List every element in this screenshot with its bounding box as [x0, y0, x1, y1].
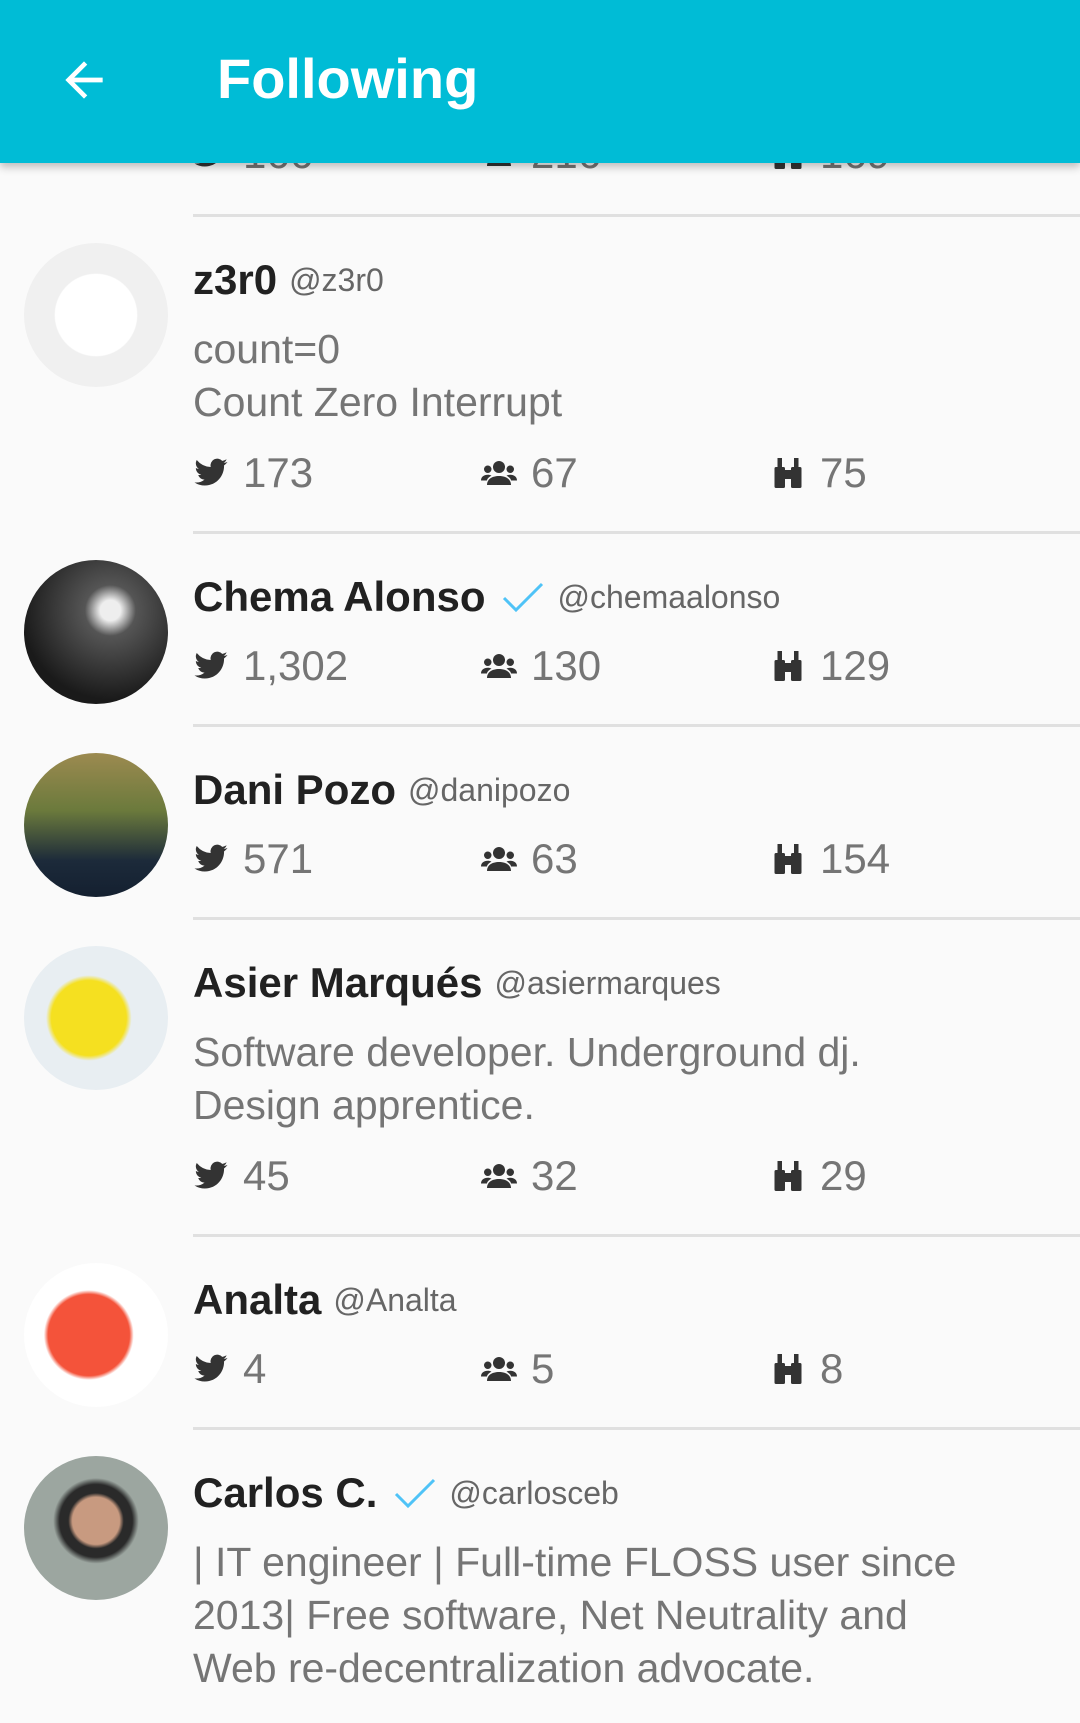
user-name: Chema Alonso: [193, 573, 486, 620]
avatar[interactable]: [24, 560, 168, 704]
user-name: Analta: [193, 1276, 322, 1323]
followers-icon: [481, 1158, 517, 1194]
bio-line: Count Zero Interrupt: [193, 379, 563, 425]
bio-line: count=0: [193, 326, 341, 372]
user-stats: 571 63 154: [193, 829, 1080, 889]
back-button[interactable]: [56, 52, 112, 108]
list-item[interactable]: Chema Alonso @chemaalonso 1,302 130 129: [0, 534, 1080, 724]
user-stats: 1,302 130 129: [193, 636, 1080, 696]
list-item[interactable]: z3r0 @z3r0 count=0 Count Zero Interrupt 173…: [0, 217, 1080, 531]
followers-count: 67: [531, 449, 578, 496]
bio-line: 2013| Free software, Net Neutrality and: [193, 1592, 908, 1638]
avatar[interactable]: [24, 946, 168, 1090]
user-handle: @carlosceb: [449, 1475, 619, 1511]
followers-count: 63: [531, 835, 578, 882]
user-name: z3r0: [193, 256, 278, 303]
following-count: 75: [820, 449, 867, 496]
list-item[interactable]: Analta @Analta 4 5 8: [0, 1237, 1080, 1427]
following-icon: [770, 1158, 806, 1194]
list-item[interactable]: Carlos C. @carlosceb | IT engineer | Full-…: [0, 1430, 1080, 1723]
following-count: 29: [820, 1152, 867, 1199]
following-icon: [770, 841, 806, 877]
user-name: Asier Marqués: [193, 959, 483, 1006]
followers-count: 130: [531, 642, 602, 689]
tweets-icon: [193, 1158, 229, 1194]
page-title: Following: [217, 47, 479, 110]
tweets-icon: [193, 455, 229, 491]
followers-count: 5: [531, 1345, 555, 1392]
user-bio: count=0 Count Zero Interrupt: [193, 323, 1080, 429]
user-stats: 173 67 75: [193, 443, 1080, 503]
tweets-count: 571: [243, 835, 314, 882]
tweets-count: 45: [243, 1152, 290, 1199]
user-handle: @z3r0: [289, 262, 384, 298]
bio-line: Design apprentice.: [193, 1082, 535, 1128]
following-count: 154: [820, 835, 891, 882]
user-handle: @Analta: [333, 1282, 457, 1318]
bio-line: Software developer. Underground dj.: [193, 1029, 861, 1075]
tweets-icon: [193, 841, 229, 877]
followers-icon: [481, 1351, 517, 1387]
followers-icon: [481, 841, 517, 877]
bio-line: | IT engineer | Full-time FLOSS user sin…: [193, 1539, 957, 1585]
user-handle: @danipozo: [408, 772, 571, 808]
followers-count: 32: [531, 1152, 578, 1199]
avatar[interactable]: [24, 753, 168, 897]
following-icon: [770, 455, 806, 491]
user-bio: Software developer. Underground dj. Desig…: [193, 1026, 1080, 1132]
user-stats: 4 5 8: [193, 1339, 1080, 1399]
list-item[interactable]: Asier Marqués @asiermarques Software devel…: [0, 920, 1080, 1234]
avatar[interactable]: [24, 243, 168, 387]
avatar[interactable]: [24, 1263, 168, 1407]
following-count: 129: [820, 642, 891, 689]
user-handle: @chemaalonso: [557, 579, 781, 615]
tweets-icon: [193, 1351, 229, 1387]
user-stats: 45 32 29: [193, 1146, 1080, 1206]
following-icon: [770, 648, 806, 684]
list-item[interactable]: Dani Pozo @danipozo 571 63 154: [0, 727, 1080, 917]
avatar[interactable]: [24, 1456, 168, 1600]
verified-check-icon: [501, 580, 545, 614]
user-name: Dani Pozo: [193, 766, 397, 813]
following-count: 8: [820, 1345, 844, 1392]
app-bar: Following: [0, 0, 1080, 163]
following-icon: [770, 1351, 806, 1387]
user-handle: @asiermarques: [494, 965, 721, 1001]
following-list: 166 216 169 z3r0@z3r0count=0Count Zero I…: [0, 118, 1080, 1723]
tweets-count: 4: [243, 1345, 267, 1392]
tweets-count: 1,302: [243, 642, 349, 689]
user-name: Carlos C.: [193, 1469, 378, 1516]
followers-icon: [481, 648, 517, 684]
user-bio: | IT engineer | Full-time FLOSS user sin…: [193, 1536, 1080, 1695]
tweets-count: 173: [243, 449, 314, 496]
arrow-back-icon: [65, 61, 103, 99]
bio-line: Web re-decentralization advocate.: [193, 1645, 815, 1691]
followers-icon: [481, 455, 517, 491]
verified-check-icon: [393, 1476, 437, 1510]
tweets-icon: [193, 648, 229, 684]
